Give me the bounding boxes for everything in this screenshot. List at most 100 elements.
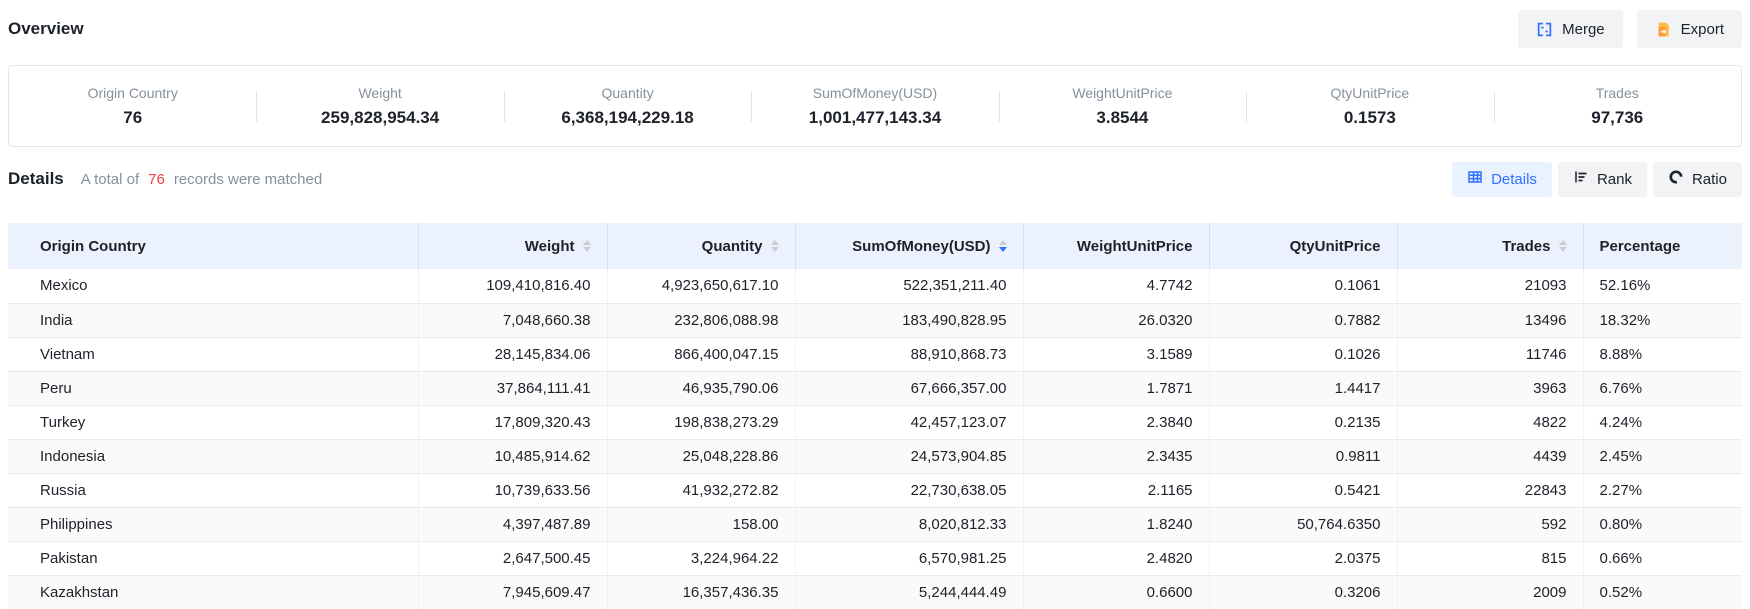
cell-sum: 5,244,444.49 bbox=[795, 575, 1023, 609]
stat-label: Weight bbox=[256, 85, 503, 101]
cell-quantity: 41,932,272.82 bbox=[607, 473, 795, 507]
table-row: India 7,048,660.38 232,806,088.98 183,49… bbox=[8, 303, 1742, 337]
details-bar: Details A total of 76 records were match… bbox=[8, 161, 1742, 197]
cell-sum: 6,570,981.25 bbox=[795, 541, 1023, 575]
cell-qty-unit-price: 0.7882 bbox=[1209, 303, 1397, 337]
column-header-quantity[interactable]: Quantity bbox=[607, 223, 795, 269]
stat-value: 1,001,477,143.34 bbox=[751, 108, 998, 128]
cell-qty-unit-price: 0.3206 bbox=[1209, 575, 1397, 609]
cell-quantity: 16,357,436.35 bbox=[607, 575, 795, 609]
cell-qty-unit-price: 0.1026 bbox=[1209, 337, 1397, 371]
export-icon bbox=[1655, 21, 1672, 38]
export-button-label: Export bbox=[1681, 21, 1724, 38]
column-header-sum-of-money[interactable]: SumOfMoney(USD) bbox=[795, 223, 1023, 269]
cell-weight-unit-price: 4.7742 bbox=[1023, 269, 1209, 303]
records-suffix: records were matched bbox=[174, 171, 322, 188]
overview-stats-card: Origin Country 76 Weight 259,828,954.34 … bbox=[8, 65, 1742, 147]
cell-weight: 28,145,834.06 bbox=[418, 337, 607, 371]
records-prefix: A total of bbox=[81, 171, 139, 188]
merge-button[interactable]: Merge bbox=[1518, 10, 1623, 48]
cell-weight: 10,739,633.56 bbox=[418, 473, 607, 507]
stat-label: QtyUnitPrice bbox=[1246, 85, 1493, 101]
cell-weight-unit-price: 2.3435 bbox=[1023, 439, 1209, 473]
cell-country: Philippines bbox=[8, 507, 418, 541]
cell-trades: 21093 bbox=[1397, 269, 1583, 303]
cell-weight-unit-price: 26.0320 bbox=[1023, 303, 1209, 337]
stat-value: 76 bbox=[9, 108, 256, 128]
cell-sum: 8,020,812.33 bbox=[795, 507, 1023, 541]
cell-sum: 42,457,123.07 bbox=[795, 405, 1023, 439]
cell-quantity: 25,048,228.86 bbox=[607, 439, 795, 473]
cell-weight-unit-price: 2.3840 bbox=[1023, 405, 1209, 439]
table-header-row: Origin Country Weight Quantity SumOfMone… bbox=[8, 223, 1742, 269]
details-title: Details bbox=[8, 169, 64, 189]
cell-weight: 4,397,487.89 bbox=[418, 507, 607, 541]
rank-icon bbox=[1573, 169, 1589, 189]
cell-trades: 3963 bbox=[1397, 371, 1583, 405]
cell-weight: 17,809,320.43 bbox=[418, 405, 607, 439]
cell-trades: 2009 bbox=[1397, 575, 1583, 609]
ratio-icon bbox=[1668, 169, 1684, 189]
cell-qty-unit-price: 0.2135 bbox=[1209, 405, 1397, 439]
stat-value: 6,368,194,229.18 bbox=[504, 108, 751, 128]
column-header-trades[interactable]: Trades bbox=[1397, 223, 1583, 269]
sort-icon[interactable] bbox=[771, 240, 779, 252]
cell-sum: 88,910,868.73 bbox=[795, 337, 1023, 371]
column-header-weight-unit-price: WeightUnitPrice bbox=[1023, 223, 1209, 269]
stat-trades: Trades 97,736 bbox=[1494, 81, 1741, 132]
stat-label: WeightUnitPrice bbox=[999, 85, 1246, 101]
stat-quantity: Quantity 6,368,194,229.18 bbox=[504, 81, 751, 132]
column-header-weight[interactable]: Weight bbox=[418, 223, 607, 269]
cell-qty-unit-price: 0.5421 bbox=[1209, 473, 1397, 507]
cell-sum: 22,730,638.05 bbox=[795, 473, 1023, 507]
table-row: Peru 37,864,111.41 46,935,790.06 67,666,… bbox=[8, 371, 1742, 405]
table-row: Russia 10,739,633.56 41,932,272.82 22,73… bbox=[8, 473, 1742, 507]
export-button[interactable]: Export bbox=[1637, 10, 1742, 48]
cell-country: Peru bbox=[8, 371, 418, 405]
stat-origin-country: Origin Country 76 bbox=[9, 81, 256, 132]
cell-trades: 11746 bbox=[1397, 337, 1583, 371]
cell-country: Pakistan bbox=[8, 541, 418, 575]
cell-weight-unit-price: 1.8240 bbox=[1023, 507, 1209, 541]
sort-icon[interactable] bbox=[1559, 240, 1567, 252]
tab-details[interactable]: Details bbox=[1452, 162, 1552, 197]
table-row: Philippines 4,397,487.89 158.00 8,020,81… bbox=[8, 507, 1742, 541]
cell-sum: 24,573,904.85 bbox=[795, 439, 1023, 473]
trade-overview-page: Overview Merge bbox=[0, 0, 1750, 609]
column-header-qty-unit-price: QtyUnitPrice bbox=[1209, 223, 1397, 269]
records-matched-text: A total of 76 records were matched bbox=[81, 171, 322, 188]
sort-icon[interactable] bbox=[583, 240, 591, 252]
stat-value: 3.8544 bbox=[999, 108, 1246, 128]
cell-quantity: 232,806,088.98 bbox=[607, 303, 795, 337]
sort-icon-active-desc[interactable] bbox=[999, 240, 1007, 252]
column-header-origin-country: Origin Country bbox=[8, 223, 418, 269]
stat-sum-of-money: SumOfMoney(USD) 1,001,477,143.34 bbox=[751, 81, 998, 132]
stat-label: Quantity bbox=[504, 85, 751, 101]
cell-sum: 183,490,828.95 bbox=[795, 303, 1023, 337]
stat-qty-unit-price: QtyUnitPrice 0.1573 bbox=[1246, 81, 1493, 132]
cell-country: Turkey bbox=[8, 405, 418, 439]
cell-percentage: 0.52% bbox=[1583, 575, 1742, 609]
tab-rank[interactable]: Rank bbox=[1558, 162, 1647, 197]
cell-country: Mexico bbox=[8, 269, 418, 303]
cell-weight: 7,945,609.47 bbox=[418, 575, 607, 609]
cell-weight: 7,048,660.38 bbox=[418, 303, 607, 337]
cell-quantity: 3,224,964.22 bbox=[607, 541, 795, 575]
cell-trades: 22843 bbox=[1397, 473, 1583, 507]
cell-percentage: 0.66% bbox=[1583, 541, 1742, 575]
cell-quantity: 4,923,650,617.10 bbox=[607, 269, 795, 303]
cell-trades: 13496 bbox=[1397, 303, 1583, 337]
cell-qty-unit-price: 2.0375 bbox=[1209, 541, 1397, 575]
cell-percentage: 0.80% bbox=[1583, 507, 1742, 541]
stat-weight: Weight 259,828,954.34 bbox=[256, 81, 503, 132]
table-row: Pakistan 2,647,500.45 3,224,964.22 6,570… bbox=[8, 541, 1742, 575]
cell-weight: 2,647,500.45 bbox=[418, 541, 607, 575]
cell-weight-unit-price: 2.1165 bbox=[1023, 473, 1209, 507]
tab-details-label: Details bbox=[1491, 171, 1537, 188]
stat-label: Origin Country bbox=[9, 85, 256, 101]
merge-icon bbox=[1536, 21, 1553, 38]
cell-weight-unit-price: 1.7871 bbox=[1023, 371, 1209, 405]
cell-percentage: 18.32% bbox=[1583, 303, 1742, 337]
tab-ratio[interactable]: Ratio bbox=[1653, 162, 1742, 197]
cell-country: Indonesia bbox=[8, 439, 418, 473]
